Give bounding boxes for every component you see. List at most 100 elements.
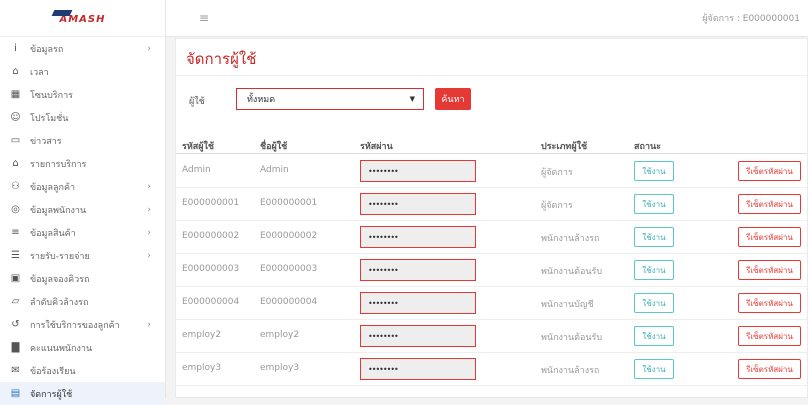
- users-icon: ⚇: [11, 181, 20, 192]
- reset-password-button[interactable]: รีเซ็ตรหัสผ่าน: [738, 161, 801, 181]
- chart-icon: ▇: [11, 342, 20, 353]
- car-icon: ▱: [11, 296, 20, 307]
- user-name-cell: E000000004: [260, 297, 318, 307]
- sidebar-item-label: เวลา: [30, 67, 49, 78]
- sidebar-item-label: ข้อมูลลูกค้า: [30, 182, 76, 193]
- info-icon: i: [14, 43, 17, 54]
- filter-label: ผู้ใช้: [189, 97, 205, 107]
- sidebar-item-label: ข้อมูลสินค้า: [30, 228, 76, 239]
- reset-password-button[interactable]: รีเซ็ตรหัสผ่าน: [738, 359, 801, 379]
- sidebar-item[interactable]: ☺ โปรโมชั่น: [0, 106, 165, 129]
- sidebar-nav: i ข้อมูลรถ › ⌂ เวลา ▦ โซนบริการ ☺ โปรโมชั่น ▭ ข่าว…: [0, 37, 165, 405]
- user-id-cell: E000000001: [182, 198, 240, 208]
- sidebar-item[interactable]: i ข้อมูลรถ ›: [0, 37, 165, 60]
- sidebar-item[interactable]: ▇ คะแนนพนักงาน: [0, 336, 165, 359]
- reset-password-button[interactable]: รีเซ็ตรหัสผ่าน: [738, 227, 801, 247]
- sidebar-item[interactable]: ☰ รายรับ-รายจ่าย ›: [0, 244, 165, 267]
- sidebar-item[interactable]: ▦ โซนบริการ: [0, 83, 165, 106]
- sidebar-item[interactable]: ▤ จัดการผู้ใช้: [0, 382, 165, 405]
- search-button[interactable]: ค้นหา: [435, 88, 471, 110]
- sidebar: AMASH i ข้อมูลรถ › ⌂ เวลา ▦ โซนบริการ ☺ โปรโมชั่…: [0, 0, 166, 405]
- sidebar-item[interactable]: ⌂ เวลา: [0, 60, 165, 83]
- sidebar-item-label: ข้อมูลจองคิวรถ: [30, 274, 90, 285]
- status-button[interactable]: ใช้งาน: [634, 260, 674, 280]
- user-icon: ☺: [10, 112, 21, 123]
- password-field[interactable]: ••••••••: [360, 160, 476, 182]
- user-name-cell: employ3: [260, 363, 300, 373]
- user-type-cell: ผู้จัดการ: [541, 168, 573, 178]
- chevron-right-icon: ›: [147, 43, 151, 54]
- reset-password-button[interactable]: รีเซ็ตรหัสผ่าน: [738, 194, 801, 214]
- sidebar-item[interactable]: ⌂ รายการบริการ: [0, 152, 165, 175]
- user-name-cell: E000000001: [260, 198, 318, 208]
- sidebar-item[interactable]: ✉ ข้อร้องเรียน: [0, 359, 165, 382]
- status-button[interactable]: ใช้งาน: [634, 326, 674, 346]
- password-field[interactable]: ••••••••: [360, 358, 476, 380]
- sidebar-item-label: จัดการผู้ใช้: [30, 389, 73, 400]
- user-circle-icon: ◎: [11, 204, 20, 215]
- grid-icon: ▦: [10, 89, 21, 100]
- chevron-right-icon: ›: [147, 250, 151, 261]
- list-icon: ≡: [11, 227, 20, 238]
- sidebar-item[interactable]: ▭ ข่าวสาร: [0, 129, 165, 152]
- sidebar-item-label: คะแนนพนักงาน: [30, 343, 93, 354]
- status-button[interactable]: ใช้งาน: [634, 359, 674, 379]
- calendar-icon: ▣: [10, 273, 21, 284]
- table-row: employ2 employ2 พนักงานต้อนรับ •••••••• ใช้ง…: [176, 319, 807, 353]
- complaint-icon: ✉: [11, 365, 20, 376]
- header-user-id: รหัสผู้ใช้: [182, 142, 215, 152]
- chevron-right-icon: ›: [147, 319, 151, 330]
- hamburger-icon[interactable]: ≡: [199, 11, 209, 25]
- money-icon: ☰: [11, 250, 20, 261]
- sidebar-item[interactable]: ↺ การใช้บริการของลูกค้า ›: [0, 313, 165, 336]
- user-id-cell: employ2: [182, 330, 222, 340]
- user-id-cell: employ3: [182, 363, 222, 373]
- card-icon: ▭: [10, 135, 21, 146]
- status-button[interactable]: ใช้งาน: [634, 161, 674, 181]
- user-type-cell: พนักงานล้างรถ: [541, 234, 600, 244]
- bank-icon: ⌂: [12, 66, 19, 77]
- sidebar-item[interactable]: ▱ ลำดับคิวล้างรถ: [0, 290, 165, 313]
- user-type-cell: ผู้จัดการ: [541, 201, 573, 211]
- status-button[interactable]: ใช้งาน: [634, 293, 674, 313]
- status-button[interactable]: ใช้งาน: [634, 194, 674, 214]
- password-field[interactable]: ••••••••: [360, 259, 476, 281]
- top-bar: ≡ ผู้จัดการ : E000000001: [166, 0, 808, 37]
- sidebar-item[interactable]: ≡ ข้อมูลสินค้า ›: [0, 221, 165, 244]
- table-row: E000000003 E000000003 พนักงานต้อนรับ ••••••…: [176, 253, 807, 287]
- reset-password-button[interactable]: รีเซ็ตรหัสผ่าน: [738, 260, 801, 280]
- sidebar-item[interactable]: ▣ ข้อมูลจองคิวรถ: [0, 267, 165, 290]
- history-icon: ↺: [11, 319, 20, 330]
- header-password: รหัสผ่าน: [360, 142, 393, 152]
- user-name-cell: E000000002: [260, 231, 318, 241]
- sidebar-item-label: โซนบริการ: [30, 90, 73, 101]
- sidebar-item-label: การใช้บริการของลูกค้า: [30, 320, 120, 331]
- table-row: E000000002 E000000002 พนักงานล้างรถ •••••••…: [176, 220, 807, 254]
- sidebar-item[interactable]: ⚇ ข้อมูลลูกค้า ›: [0, 175, 165, 198]
- reset-password-button[interactable]: รีเซ็ตรหัสผ่าน: [738, 326, 801, 346]
- chevron-right-icon: ›: [147, 227, 151, 238]
- password-field[interactable]: ••••••••: [360, 292, 476, 314]
- user-type-select[interactable]: ทั้งหมด ▼: [236, 88, 424, 110]
- user-info: ผู้จัดการ : E000000001: [702, 14, 800, 24]
- logo-text: AMASH: [59, 13, 106, 25]
- chevron-down-icon: ▼: [409, 95, 415, 103]
- sidebar-item-label: รายรับ-รายจ่าย: [30, 251, 90, 262]
- sidebar-item-label: ลำดับคิวล้างรถ: [30, 297, 89, 308]
- sidebar-item[interactable]: ◎ ข้อมูลพนักงาน ›: [0, 198, 165, 221]
- reset-password-button[interactable]: รีเซ็ตรหัสผ่าน: [738, 293, 801, 313]
- user-name-cell: Admin: [260, 165, 289, 175]
- user-name-cell: employ2: [260, 330, 300, 340]
- password-field[interactable]: ••••••••: [360, 226, 476, 248]
- password-field[interactable]: ••••••••: [360, 325, 476, 347]
- brand-logo[interactable]: AMASH: [0, 0, 165, 37]
- user-type-cell: พนักงานต้อนรับ: [541, 333, 603, 343]
- password-field[interactable]: ••••••••: [360, 193, 476, 215]
- user-type-cell: พนักงานบัญชี: [541, 300, 594, 310]
- status-button[interactable]: ใช้งาน: [634, 227, 674, 247]
- sidebar-item-label: รายการบริการ: [30, 159, 87, 170]
- content-panel: จัดการผู้ใช้ ผู้ใช้ ทั้งหมด ▼ ค้นหา รหัส…: [175, 38, 808, 398]
- table-row: employ3 employ3 พนักงานล้างรถ •••••••• ใช้งา…: [176, 352, 807, 386]
- user-id-cell: Admin: [182, 165, 211, 175]
- user-id-cell: E000000002: [182, 231, 240, 241]
